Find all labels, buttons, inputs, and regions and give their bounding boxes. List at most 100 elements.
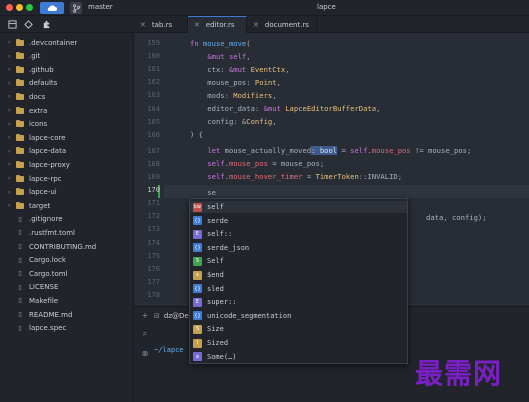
chevron-right-icon[interactable]: › <box>8 134 16 141</box>
terminal-tab[interactable]: ⊟ dz@De <box>154 309 189 323</box>
completion-label: serde <box>207 216 229 225</box>
explorer-file[interactable]: ▯ Cargo.lock <box>0 254 134 267</box>
close-icon[interactable]: ⊗ <box>140 349 150 358</box>
explorer-folder[interactable]: › lapce-data <box>0 145 134 158</box>
variable-icon: x <box>193 270 202 280</box>
completion-item[interactable]: e Some(…) <box>190 351 407 363</box>
code-line: ) { <box>190 130 203 139</box>
close-icon[interactable]: ✕ <box>140 21 146 29</box>
completion-label: super:: <box>207 298 237 307</box>
git-branch-icon[interactable] <box>70 2 82 14</box>
module-icon: {} <box>193 284 202 294</box>
line-number: 168 <box>147 159 160 168</box>
explorer-file[interactable]: ▯ Makefile <box>0 294 134 307</box>
explorer-file[interactable]: ▯ .rustfmt.toml <box>0 226 134 239</box>
source-control-icon[interactable] <box>22 18 34 30</box>
completion-item[interactable]: I Sized <box>190 337 407 349</box>
editor-tab-bar: ✕ tab.rs ✕ editor.rs ✕ document.rs <box>134 16 529 33</box>
terminal-icon: ⊟ <box>154 312 160 320</box>
explorer-file[interactable]: ▯ .gitignore <box>0 213 134 226</box>
folder-icon <box>16 160 24 168</box>
folder-icon <box>16 38 24 46</box>
code-line: fn mouse_move( <box>190 39 251 48</box>
tab-tab-rs[interactable]: ✕ tab.rs <box>134 16 188 33</box>
chevron-right-icon[interactable]: › <box>8 93 16 100</box>
chevron-right-icon[interactable]: › <box>8 175 16 182</box>
completion-item[interactable]: S Size <box>190 323 407 335</box>
explorer-file[interactable]: ▯ LICENSE <box>0 281 134 294</box>
completion-label: serde_json <box>207 243 250 252</box>
line-number: 167 <box>147 146 160 155</box>
chevron-right-icon[interactable]: › <box>8 53 16 60</box>
explorer-folder[interactable]: › lapce-rpc <box>0 172 134 185</box>
chevron-right-icon[interactable]: › <box>8 80 16 87</box>
explorer-folder[interactable]: › target <box>0 199 134 212</box>
completion-item[interactable]: {} unicode_segmentation <box>190 310 407 322</box>
completion-item[interactable]: S Self <box>190 255 407 267</box>
completion-item[interactable]: {} serde_json <box>190 242 407 254</box>
tab-document-rs[interactable]: ✕ document.rs <box>247 16 317 33</box>
explorer-folder[interactable]: › docs <box>0 90 134 103</box>
explorer-folder[interactable]: › defaults <box>0 77 134 90</box>
branch-name[interactable]: master <box>88 3 113 11</box>
explorer-folder[interactable]: › lapce-core <box>0 131 134 144</box>
explorer-file[interactable]: ▯ CONTRIBUTING.md <box>0 240 134 253</box>
tab-editor-rs[interactable]: ✕ editor.rs <box>188 16 247 33</box>
explorer-file[interactable]: ▯ README.md <box>0 308 134 321</box>
code-line: self.mouse_hover_timer = TimerToken::INV… <box>207 172 403 181</box>
explorer-file[interactable]: ▯ lapce.spec <box>0 322 134 335</box>
file-explorer-icon[interactable] <box>6 18 18 30</box>
struct-icon: S <box>193 324 202 334</box>
terminal-prompt: ~/lapce <box>154 346 184 354</box>
chevron-right-icon[interactable]: › <box>8 189 16 196</box>
line-number: 171 <box>147 199 160 208</box>
explorer-folder[interactable]: › icons <box>0 118 134 131</box>
window-minimize-button[interactable] <box>16 4 23 11</box>
file-icon: ▯ <box>18 283 22 291</box>
explorer-item-label: Cargo.toml <box>29 269 68 278</box>
window-maximize-button[interactable] <box>26 4 33 11</box>
code-line: self.mouse_pos = mouse_pos; <box>207 159 325 168</box>
chevron-right-icon[interactable]: › <box>8 39 16 46</box>
keyword-icon: kw <box>193 202 202 212</box>
explorer-item-label: lapce-rpc <box>29 174 62 183</box>
close-icon[interactable]: ✕ <box>253 21 259 29</box>
explorer-item-label: lapce-proxy <box>29 160 70 169</box>
window-close-button[interactable] <box>6 4 13 11</box>
chevron-right-icon[interactable]: › <box>8 148 16 155</box>
close-icon[interactable]: ✕ <box>194 21 200 29</box>
completion-item[interactable]: Esuper:: <box>190 296 407 308</box>
plugins-icon[interactable] <box>40 18 52 30</box>
explorer-file[interactable]: ▯ Cargo.toml <box>0 267 134 280</box>
chevron-right-icon[interactable]: › <box>8 66 16 73</box>
line-number: 178 <box>147 290 160 299</box>
chevron-right-icon[interactable]: › <box>8 121 16 128</box>
sidebar-tab-bar <box>0 16 134 33</box>
split-icon[interactable]: ⌕ <box>140 329 150 339</box>
explorer-folder[interactable]: › .devcontainer <box>0 36 134 49</box>
explorer-folder[interactable]: › .github <box>0 63 134 76</box>
plus-icon[interactable]: + <box>140 311 150 320</box>
completion-popup[interactable]: kw self{} serde Eself::{} serde_json S Self x $e… <box>189 198 408 364</box>
completion-item[interactable]: {} serde <box>190 215 407 227</box>
chevron-right-icon[interactable]: › <box>8 202 16 209</box>
code-line: config: &Config, <box>190 117 277 126</box>
completion-item[interactable]: {} sled <box>190 283 407 295</box>
explorer-folder[interactable]: › extra <box>0 104 134 117</box>
explorer-folder[interactable]: › lapce-proxy <box>0 158 134 171</box>
enum-icon: E <box>193 229 202 239</box>
completion-item[interactable]: Eself:: <box>190 228 407 240</box>
explorer-folder[interactable]: › .git <box>0 50 134 63</box>
explorer-folder[interactable]: › lapce-ui <box>0 186 134 199</box>
terminal-tab-label: dz@De <box>163 312 189 320</box>
chevron-right-icon[interactable]: › <box>8 161 16 168</box>
line-number-gutter: 159 160 161 162 163 164 165 166 167 168 169 170 171 1… <box>134 33 164 303</box>
chevron-right-icon[interactable]: › <box>8 107 16 114</box>
completion-item[interactable]: kw self <box>190 201 407 213</box>
explorer-item-label: lapce-core <box>29 133 66 142</box>
module-icon: {} <box>193 243 202 253</box>
completion-item[interactable]: x $end <box>190 269 407 281</box>
explorer-item-label: docs <box>29 92 46 101</box>
explorer-item-label: LICENSE <box>29 283 59 292</box>
cloud-icon[interactable] <box>40 2 64 14</box>
